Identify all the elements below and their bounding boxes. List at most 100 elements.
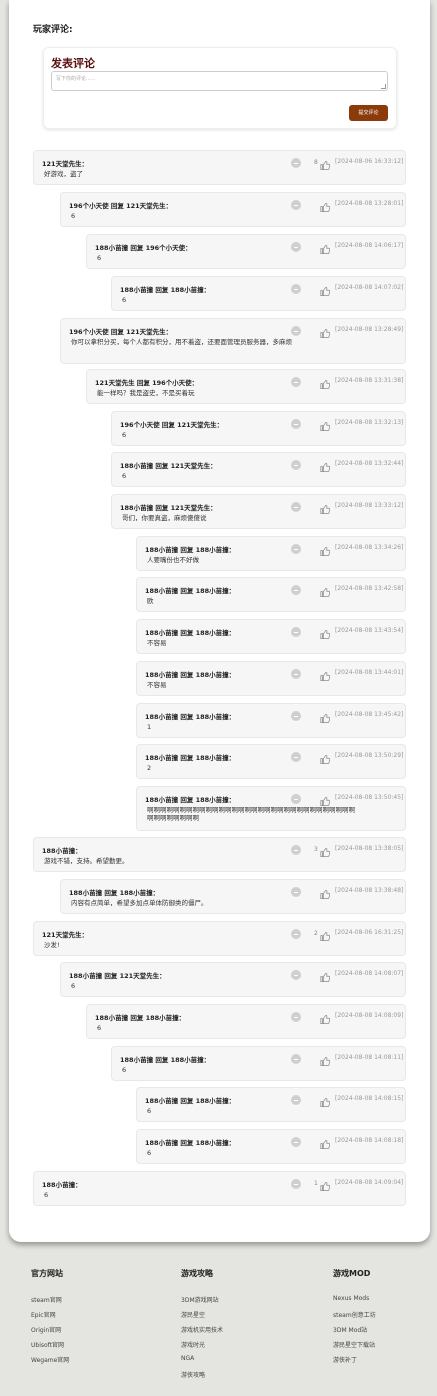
like-icon[interactable] (320, 324, 331, 339)
comment-item: 188小苗撞 回复 188小苗撞： 6 [2024-08-08 14:08:15] (136, 1087, 406, 1122)
emoji-icon[interactable] (291, 1054, 301, 1064)
emoji-icon[interactable] (291, 711, 301, 721)
emoji-icon[interactable] (291, 419, 301, 429)
emoji-icon[interactable] (291, 669, 301, 679)
comment-author: 188小苗撞 回复 188小苗撞： (145, 546, 236, 554)
like-icon[interactable] (320, 843, 331, 858)
emoji-icon[interactable] (291, 1095, 301, 1105)
comment-input-placeholder: 写下你的评论...... (56, 76, 96, 82)
footer-link[interactable]: steam官网 (31, 1295, 69, 1310)
like-icon[interactable] (320, 792, 331, 807)
like-icon[interactable] (320, 417, 331, 432)
footer-link[interactable]: Nexus Mods (333, 1295, 376, 1310)
emoji-icon[interactable] (291, 845, 301, 855)
emoji-icon[interactable] (291, 794, 301, 804)
like-icon[interactable] (320, 1135, 331, 1150)
emoji-icon[interactable] (291, 627, 301, 637)
comment-item: 196个小天使 回复 121天堂先生： 6 [2024-08-08 13:28:01… (60, 192, 406, 227)
comment-date: [2024-08-08 14:08:11] (335, 1054, 404, 1061)
emoji-icon[interactable] (291, 377, 301, 387)
like-icon[interactable] (320, 500, 331, 515)
comment-date: [2024-08-08 14:08:15] (335, 1095, 404, 1102)
comment-item: 188小苗撞 回复 196个小天使： 6 [2024-08-08 14:06:17] (86, 234, 406, 269)
emoji-icon[interactable] (291, 1137, 301, 1147)
comment-text: 6 (122, 296, 127, 304)
like-icon[interactable] (320, 583, 331, 598)
like-icon[interactable] (320, 667, 331, 682)
comment-date: [2024-08-08 13:38:48] (335, 887, 404, 894)
comment-text: 不容易 (147, 639, 167, 647)
comment-date: [2024-08-08 13:45:42] (335, 711, 404, 718)
submit-comment-button[interactable]: 提交评论 (349, 105, 388, 121)
like-icon[interactable] (320, 1010, 331, 1025)
comment-author: 188小苗撞 回复 121天堂先生： (120, 504, 217, 512)
comment-author: 188小苗撞 回复 188小苗撞： (145, 713, 236, 721)
footer-link[interactable]: 游侠攻略 (181, 1370, 223, 1385)
comment-input[interactable]: 写下你的评论...... (51, 71, 388, 91)
emoji-icon[interactable] (291, 326, 301, 336)
like-icon[interactable] (320, 968, 331, 983)
comment-item: 121天堂先生： 沙发! 2 [2024-08-06 16:31:25] (33, 921, 406, 956)
like-icon[interactable] (320, 625, 331, 640)
footer-link[interactable]: NGA (181, 1355, 223, 1370)
like-icon[interactable] (320, 750, 331, 765)
comment-text: 6 (97, 254, 102, 262)
like-icon[interactable] (320, 375, 331, 390)
comment-date: [2024-08-08 13:34:26] (335, 544, 404, 551)
comment-text: 哥们，你要真盗，麻烦傻傻说 (122, 514, 207, 522)
emoji-icon[interactable] (291, 929, 301, 939)
like-icon[interactable] (320, 282, 331, 297)
comment-author: 188小苗撞 回复 188小苗撞： (145, 587, 236, 595)
comment-item: 188小苗撞 回复 188小苗撞： 1 [2024-08-08 13:45:42] (136, 703, 406, 738)
like-icon[interactable] (320, 240, 331, 255)
emoji-icon[interactable] (291, 158, 301, 168)
footer-link[interactable]: Origin官网 (31, 1325, 69, 1340)
comment-text: 1 (147, 723, 152, 731)
footer-link[interactable]: 游侠补丁 (333, 1355, 376, 1370)
emoji-icon[interactable] (291, 1012, 301, 1022)
footer-link[interactable]: 3DM Mod站 (333, 1325, 376, 1340)
comment-item: 188小苗撞 回复 188小苗撞： 内容有点简单，希望多加点单体防御类的僵尸。 [2… (60, 879, 406, 914)
like-icon[interactable] (320, 156, 331, 171)
like-icon[interactable] (320, 709, 331, 724)
emoji-icon[interactable] (291, 585, 301, 595)
comment-date: [2024-08-08 14:09:04] (335, 1179, 404, 1186)
like-icon[interactable] (320, 198, 331, 213)
footer-link[interactable]: Wegame官网 (31, 1355, 69, 1370)
comment-author: 196个小天使 回复 121天堂先生： (120, 421, 224, 429)
footer-link[interactable]: Ubisoft官网 (31, 1340, 69, 1355)
emoji-icon[interactable] (291, 460, 301, 470)
comment-author: 188小苗撞 回复 196个小天使： (95, 244, 192, 252)
comment-date: [2024-08-08 13:32:13] (335, 419, 404, 426)
comment-author: 188小苗撞 回复 121天堂先生： (120, 462, 217, 470)
like-icon[interactable] (320, 542, 331, 557)
emoji-icon[interactable] (291, 544, 301, 554)
footer-link[interactable]: 游戏时光 (181, 1340, 223, 1355)
emoji-icon[interactable] (291, 200, 301, 210)
emoji-icon[interactable] (291, 752, 301, 762)
footer-link[interactable]: 游民星空 (181, 1310, 223, 1325)
like-icon[interactable] (320, 927, 331, 942)
footer-link[interactable]: 3DM游戏网站 (181, 1295, 223, 1310)
footer-link[interactable]: steam创意工坊 (333, 1310, 376, 1325)
footer-link[interactable]: Epic官网 (31, 1310, 69, 1325)
footer-link[interactable]: 游民星空下载站 (333, 1340, 376, 1355)
emoji-icon[interactable] (291, 1179, 301, 1189)
emoji-icon[interactable] (291, 970, 301, 980)
like-icon[interactable] (320, 1052, 331, 1067)
like-icon[interactable] (320, 1177, 331, 1192)
emoji-icon[interactable] (291, 284, 301, 294)
resize-grip-icon[interactable] (381, 84, 386, 89)
like-icon[interactable] (320, 1093, 331, 1108)
emoji-icon[interactable] (291, 242, 301, 252)
comment-author: 188小苗撞 回复 188小苗撞： (145, 671, 236, 679)
comment-text: 游戏不错，支持。希望勤更。 (44, 857, 129, 865)
emoji-icon[interactable] (291, 887, 301, 897)
emoji-icon[interactable] (291, 502, 301, 512)
comment-author: 196个小天使 回复 121天堂先生： (69, 328, 173, 336)
footer-link[interactable]: 游戏机实用技术 (181, 1325, 223, 1340)
like-count: 3 (314, 846, 318, 853)
like-icon[interactable] (320, 458, 331, 473)
like-icon[interactable] (320, 885, 331, 900)
comment-item: 188小苗撞： 游戏不错，支持。希望勤更。 3 [2024-08-08 13:38:0… (33, 837, 406, 872)
